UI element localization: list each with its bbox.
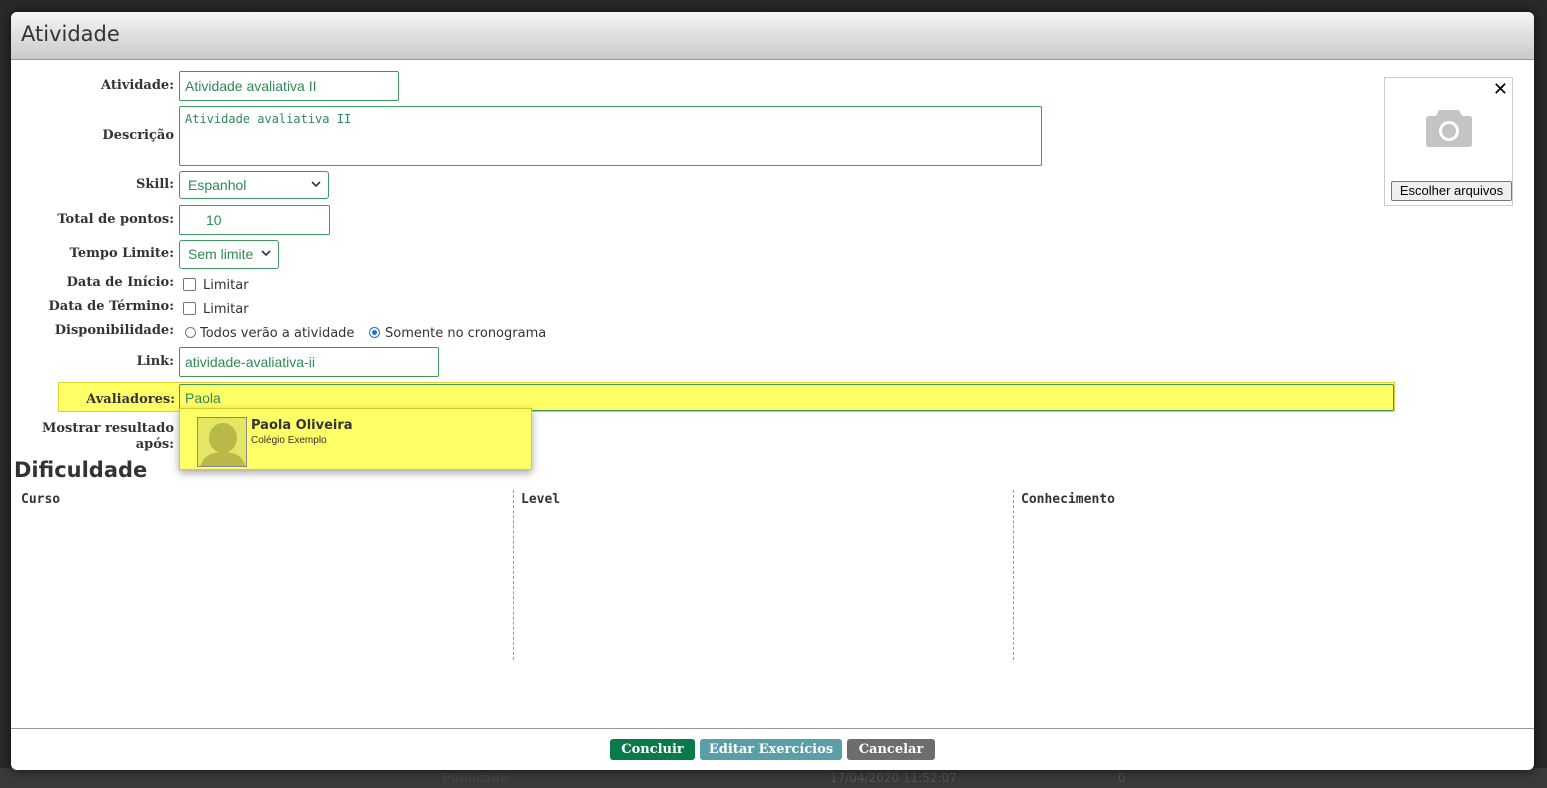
pontos-input[interactable] <box>179 205 330 235</box>
suggestion-item[interactable]: Paola Oliveira Colégio Exemplo <box>180 409 531 469</box>
skill-select-value: Espanhol <box>188 177 247 193</box>
tempo-label: Tempo Limite: <box>69 246 174 261</box>
avaliadores-input[interactable] <box>179 384 1394 411</box>
col-conhecimento: Conhecimento <box>1021 492 1115 507</box>
dificuldade-title: Dificuldade <box>14 458 148 482</box>
chevron-down-icon <box>310 176 322 195</box>
descricao-textarea[interactable]: Atividade avaliativa II <box>179 106 1042 166</box>
termino-option-label: Limitar <box>203 302 249 317</box>
skill-label: Skill: <box>135 177 174 192</box>
background-date: 17/04/2020 11:52:07 <box>830 771 957 785</box>
activity-modal: Atividade Atividade: Descrição Atividade… <box>11 12 1534 770</box>
pontos-label: Total de pontos: <box>57 212 174 227</box>
disp-option-todos: Todos verão a atividade <box>200 326 355 341</box>
footer-divider <box>11 728 1534 729</box>
camera-icon <box>1425 106 1473 152</box>
tempo-select-value: Sem limite <box>188 246 254 262</box>
avaliadores-suggestion-dropdown: Paola Oliveira Colégio Exemplo <box>179 408 532 470</box>
background-count: 0 <box>1118 771 1126 785</box>
photo-upload-box: ✕ Escolher arquivos <box>1384 77 1513 206</box>
concluir-button[interactable]: Concluir <box>610 739 695 760</box>
col-level: Level <box>521 492 561 507</box>
editar-exercicios-button[interactable]: Editar Exercícios <box>700 739 842 760</box>
descricao-label: Descrição <box>102 128 174 143</box>
link-label: Link: <box>136 354 174 369</box>
tempo-select[interactable]: Sem limite <box>179 240 279 269</box>
disp-radio-cronograma[interactable] <box>369 327 380 338</box>
inicio-label: Data de Início: <box>66 275 174 290</box>
column-divider <box>513 490 514 660</box>
modal-title: Atividade <box>21 22 120 46</box>
cancelar-button[interactable]: Cancelar <box>847 739 935 760</box>
close-icon[interactable]: ✕ <box>1493 79 1508 100</box>
atividade-input[interactable] <box>179 71 399 101</box>
background-table-row: Publicado 17/04/2020 11:52:07 0 <box>0 768 1547 788</box>
modal-header: Atividade <box>11 12 1534 60</box>
suggestion-school: Colégio Exemplo <box>251 435 327 446</box>
col-curso: Curso <box>21 492 61 507</box>
suggestion-name: Paola Oliveira <box>251 418 353 433</box>
chevron-down-icon <box>260 245 272 264</box>
inicio-option-label: Limitar <box>203 278 249 293</box>
atividade-label: Atividade: <box>101 78 174 93</box>
termino-label: Data de Término: <box>48 299 174 314</box>
choose-files-button[interactable]: Escolher arquivos <box>1391 181 1512 201</box>
mostrar-label-line1: Mostrar resultado <box>41 421 174 436</box>
disponibilidade-label: Disponibilidade: <box>54 323 174 338</box>
inicio-checkbox[interactable] <box>183 278 196 291</box>
link-input[interactable] <box>179 347 439 377</box>
mostrar-label-line2: após: <box>135 437 174 452</box>
skill-select[interactable]: Espanhol <box>179 171 329 199</box>
termino-checkbox[interactable] <box>183 302 196 315</box>
avaliadores-label: Avaliadores: <box>86 392 175 407</box>
background-status: Publicado <box>442 771 509 785</box>
disp-radio-todos[interactable] <box>185 327 196 338</box>
disp-option-cronograma: Somente no cronograma <box>385 326 547 341</box>
column-divider <box>1013 490 1014 660</box>
